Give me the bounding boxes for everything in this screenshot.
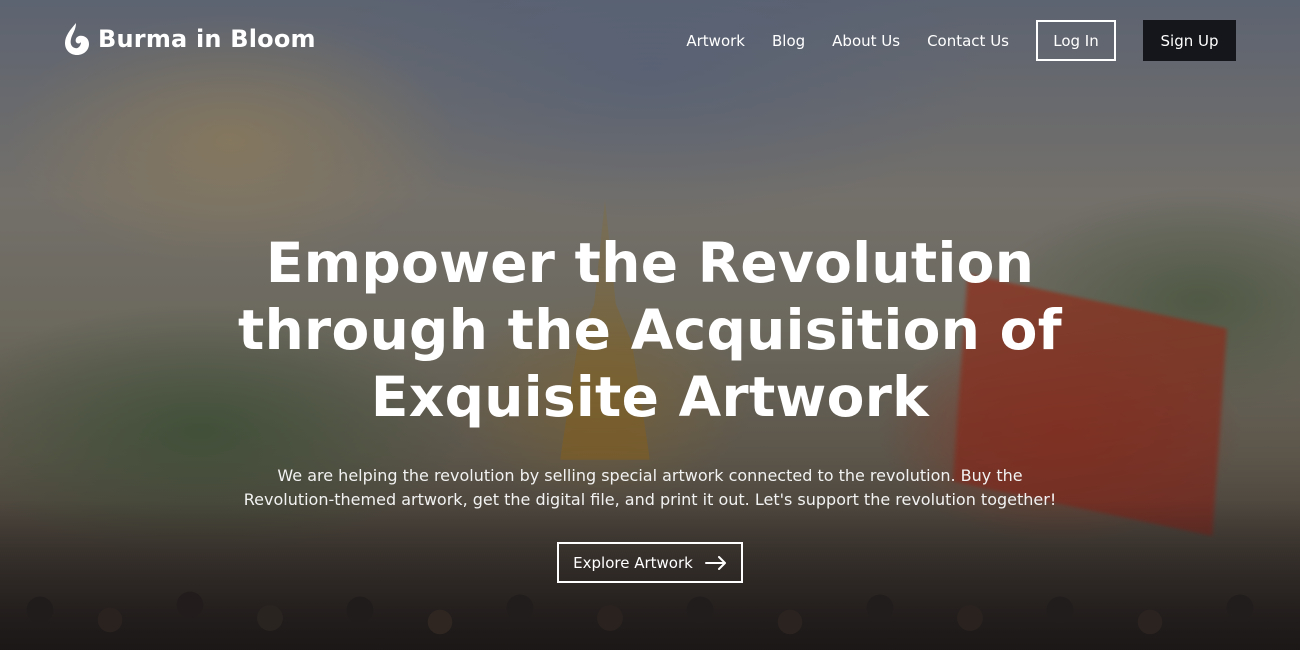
signup-button[interactable]: Sign Up (1143, 20, 1236, 61)
explore-artwork-label: Explore Artwork (573, 553, 693, 572)
brand-name: Burma in Bloom (98, 25, 316, 53)
flame-drop-icon (64, 22, 90, 56)
nav-link-contact-us[interactable]: Contact Us (927, 32, 1009, 50)
hero-section: Burma in Bloom Artwork Blog About Us Con… (0, 0, 1300, 650)
explore-artwork-button[interactable]: Explore Artwork (557, 542, 743, 583)
hero-title: Empower the Revolution through the Acqui… (238, 231, 1062, 429)
nav-link-about-us[interactable]: About Us (832, 32, 900, 50)
brand-logo-link[interactable]: Burma in Bloom (64, 22, 316, 56)
hero-subtitle: We are helping the revolution by selling… (243, 466, 1057, 509)
arrow-right-icon (704, 555, 727, 570)
nav-link-blog[interactable]: Blog (772, 32, 805, 50)
login-button[interactable]: Log In (1036, 20, 1116, 61)
site-header: Burma in Bloom Artwork Blog About Us Con… (0, 0, 1300, 82)
main-nav: Artwork Blog About Us Contact Us Log In … (686, 20, 1236, 61)
nav-link-artwork[interactable]: Artwork (686, 32, 745, 50)
hero-content: Empower the Revolution through the Acqui… (0, 230, 1300, 583)
